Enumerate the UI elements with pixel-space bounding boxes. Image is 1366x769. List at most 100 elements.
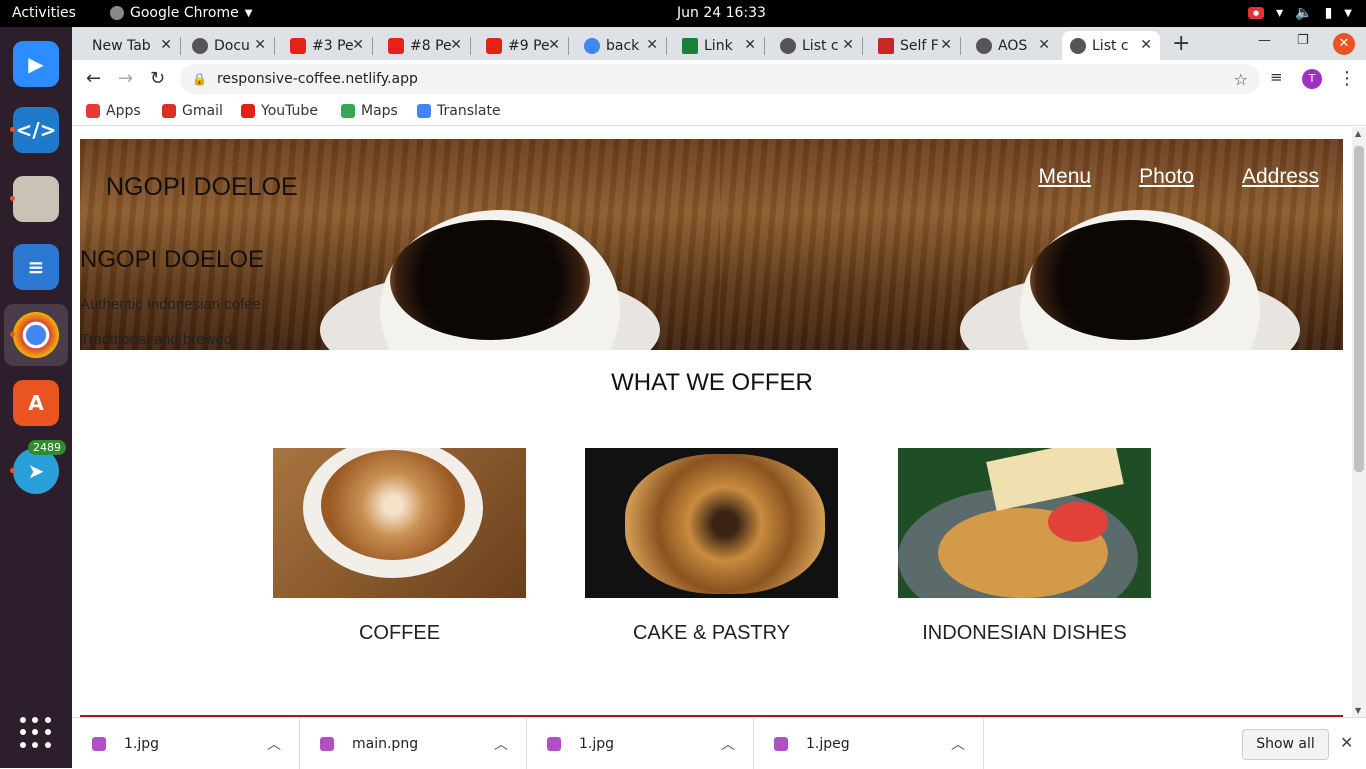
- pastry-image: [585, 448, 838, 598]
- tab-strip: New Tab ✕ Docu ✕ #3 Pe ✕ #8 Pe ✕ #9 Pe ✕…: [72, 27, 1366, 60]
- more-menu-icon[interactable]: ⋮: [1338, 68, 1356, 89]
- close-icon[interactable]: ✕: [1340, 733, 1353, 752]
- nav-link-photo[interactable]: Photo: [1139, 165, 1194, 189]
- globe-icon: [780, 37, 796, 54]
- activities-button[interactable]: Activities: [12, 5, 76, 21]
- close-icon[interactable]: ✕: [548, 37, 560, 53]
- maximize-button[interactable]: ❐: [1297, 33, 1309, 48]
- dock-files[interactable]: [4, 168, 68, 230]
- bookmark-star-icon[interactable]: ☆: [1234, 70, 1248, 89]
- bookmark-translate[interactable]: Translate: [417, 103, 501, 119]
- tab[interactable]: #3 Pe ✕: [282, 31, 372, 60]
- close-window-button[interactable]: ✕: [1333, 33, 1355, 55]
- close-icon[interactable]: ✕: [744, 37, 756, 53]
- scrollbar[interactable]: ▲ ▼: [1352, 127, 1366, 717]
- offer-card-cake[interactable]: CAKE & PASTRY: [585, 448, 838, 645]
- section-title: WHAT WE OFFER: [611, 369, 813, 396]
- tab[interactable]: New Tab ✕: [84, 31, 180, 60]
- tab[interactable]: Docu ✕: [184, 31, 274, 60]
- show-apps-icon[interactable]: [20, 717, 52, 749]
- dock-writer[interactable]: ≡: [4, 236, 68, 298]
- offer-caption: INDONESIAN DISHES: [922, 622, 1127, 644]
- close-icon[interactable]: ✕: [254, 37, 266, 53]
- browser-toolbar: ← → ↻ 🔒 responsive-coffee.netlify.app ☆ …: [72, 60, 1366, 98]
- volume-icon: 🔈: [1295, 5, 1313, 21]
- tab[interactable]: List c ✕: [772, 31, 862, 60]
- chrome-icon: [13, 312, 59, 358]
- scroll-down-icon[interactable]: ▼: [1355, 706, 1361, 715]
- download-item[interactable]: 1.jpg ︿: [72, 718, 300, 769]
- tab[interactable]: back ✕: [576, 31, 666, 60]
- offer-caption: CAKE & PASTRY: [632, 622, 791, 644]
- forward-button[interactable]: →: [118, 68, 133, 89]
- downloads-bar: 1.jpg ︿ main.png ︿ 1.jpg ︿ 1.jpeg ︿ Show…: [72, 717, 1366, 769]
- chevron-up-icon[interactable]: ︿: [951, 734, 965, 754]
- hero-text: Authentic Indonesian cofee.: [80, 296, 266, 313]
- close-icon[interactable]: ✕: [160, 37, 172, 53]
- scroll-up-icon[interactable]: ▲: [1355, 129, 1361, 138]
- chevron-up-icon[interactable]: ︿: [267, 734, 281, 754]
- coffee-image: [273, 448, 526, 598]
- tab[interactable]: Self F ✕: [870, 31, 960, 60]
- bookmark-youtube[interactable]: YouTube: [241, 103, 318, 119]
- software-store-icon: A: [13, 380, 59, 426]
- system-tray[interactable]: ● ▾ 🔈 ▮ ▼: [1248, 5, 1352, 21]
- dock-chrome[interactable]: [4, 304, 68, 366]
- scrollbar-thumb[interactable]: [1354, 146, 1364, 472]
- offer-card-coffee[interactable]: COFFEE: [273, 448, 526, 645]
- profile-avatar[interactable]: T: [1302, 69, 1322, 89]
- dock-vscode[interactable]: </>: [4, 99, 68, 161]
- bookmark-label: Gmail: [182, 103, 223, 119]
- close-icon[interactable]: ✕: [1140, 37, 1152, 53]
- image-file-icon: [774, 736, 788, 751]
- brand-logo[interactable]: NGOPI DOELOE: [106, 173, 298, 202]
- close-icon[interactable]: ✕: [940, 37, 952, 53]
- tab[interactable]: #8 Pe ✕: [380, 31, 470, 60]
- clock[interactable]: Jun 24 16:33: [677, 5, 766, 21]
- reload-button[interactable]: ↻: [150, 68, 165, 89]
- download-item[interactable]: main.png ︿: [300, 718, 527, 769]
- bookmark-maps[interactable]: Maps: [341, 103, 398, 119]
- media-control-icon[interactable]: ≡: [1270, 68, 1283, 86]
- download-filename: 1.jpeg: [806, 735, 850, 752]
- download-item[interactable]: 1.jpeg ︿: [754, 718, 984, 769]
- offer-card-dishes[interactable]: INDONESIAN DISHES: [898, 448, 1151, 645]
- url-text: responsive-coffee.netlify.app: [216, 71, 418, 87]
- new-tab-button[interactable]: +: [1172, 31, 1190, 56]
- close-icon[interactable]: ✕: [352, 37, 364, 53]
- tab-active[interactable]: List c ✕: [1062, 31, 1160, 60]
- notification-badge: 2489: [28, 440, 66, 455]
- dock-zoom[interactable]: ▶: [4, 33, 68, 95]
- chevron-down-icon: ▼: [244, 7, 253, 19]
- sheets-icon: [682, 37, 698, 54]
- chevron-up-icon[interactable]: ︿: [494, 734, 508, 754]
- close-icon[interactable]: ✕: [450, 37, 462, 53]
- close-icon[interactable]: ✕: [842, 37, 854, 53]
- tab[interactable]: Link ✕: [674, 31, 764, 60]
- chevron-up-icon[interactable]: ︿: [721, 734, 735, 754]
- bookmark-label: Maps: [361, 103, 398, 119]
- recording-icon: ●: [1248, 7, 1265, 19]
- tab[interactable]: AOS ✕: [968, 31, 1058, 60]
- apps-grid-icon: [86, 104, 100, 118]
- back-button[interactable]: ←: [86, 68, 101, 89]
- nav-link-address[interactable]: Address: [1242, 165, 1319, 189]
- tab[interactable]: #9 Pe ✕: [478, 31, 568, 60]
- close-icon[interactable]: ✕: [1038, 37, 1050, 53]
- dock-software[interactable]: A: [4, 372, 68, 434]
- download-item[interactable]: 1.jpg ︿: [527, 718, 754, 769]
- close-icon[interactable]: ✕: [646, 37, 658, 53]
- dock-telegram[interactable]: ➤ 2489: [4, 440, 68, 502]
- bookmark-label: YouTube: [261, 103, 318, 119]
- image-file-icon: [92, 736, 106, 751]
- minimize-button[interactable]: —: [1258, 33, 1271, 48]
- show-all-button[interactable]: Show all: [1242, 729, 1329, 760]
- google-icon: [584, 37, 600, 54]
- app-menu[interactable]: Google Chrome ▼: [110, 5, 252, 21]
- globe-icon: [192, 37, 208, 54]
- nav-link-menu[interactable]: Menu: [1039, 165, 1092, 189]
- address-bar[interactable]: 🔒 responsive-coffee.netlify.app ☆: [180, 64, 1260, 94]
- bookmark-gmail[interactable]: Gmail: [162, 103, 223, 119]
- chrome-small-icon: [110, 6, 124, 20]
- bookmark-apps[interactable]: Apps: [86, 103, 141, 119]
